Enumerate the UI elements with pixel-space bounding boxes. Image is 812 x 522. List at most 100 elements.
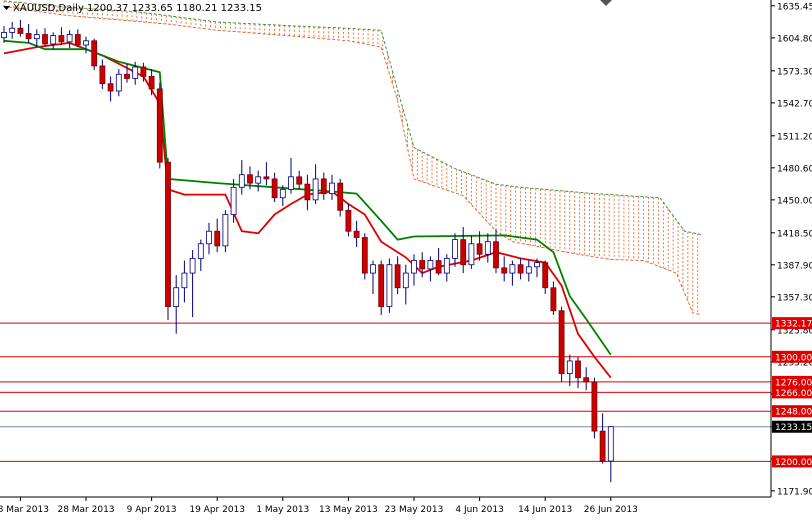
candle-body-up (173, 287, 180, 307)
candle-body-up (443, 258, 450, 274)
candle-body-down (304, 183, 311, 201)
candle-body-down (320, 178, 327, 194)
candle (468, 235, 475, 269)
candle (255, 170, 262, 192)
candle (452, 233, 458, 267)
candle (378, 260, 385, 315)
candle (394, 256, 401, 295)
candle (91, 38, 98, 71)
candle (173, 275, 180, 334)
candle (115, 69, 122, 97)
candle-body-up (230, 186, 237, 215)
candle-body-down (58, 35, 65, 43)
candle (353, 220, 360, 247)
candle-body-down (460, 239, 467, 266)
candle-body-up (370, 264, 376, 274)
candle-body-down (140, 66, 147, 77)
candle (74, 29, 81, 48)
candle (370, 260, 376, 295)
candle-body-down (558, 310, 565, 374)
senkou-span-b (3, 5, 702, 316)
candle (607, 426, 614, 483)
candle-body-down (337, 182, 344, 211)
candle-body-down (476, 243, 483, 255)
candle (99, 59, 106, 89)
candle-body-up (132, 66, 139, 79)
candle-body-up (329, 182, 335, 194)
candles (1, 19, 614, 483)
candle (460, 227, 467, 274)
time-tick-label: 4 Jun 2013 (455, 505, 503, 515)
candle (419, 252, 426, 278)
candle-body-down (419, 260, 426, 270)
level-label: 1200.00 (775, 458, 812, 468)
candle-body-down (25, 33, 32, 40)
candle (304, 174, 311, 211)
candle (345, 204, 352, 237)
candle-body-down (435, 260, 442, 274)
candle-body-down (296, 176, 303, 185)
time-axis: 18 Mar 2013 28 Mar 2013 9 Apr 2013 19 Apr 2… (0, 496, 771, 515)
candle (329, 174, 335, 200)
candle-body-down (99, 65, 106, 85)
candle (238, 160, 245, 195)
price-tick-label: 1357.30 (777, 293, 812, 303)
price-chart[interactable]: 1635.45 1604.80 1573.30 1542.70 1511.20 1480.… (0, 0, 812, 518)
level-label: 1248.00 (775, 408, 812, 418)
candle-body-down (91, 40, 98, 67)
candle-body-up (66, 34, 73, 43)
candle-body-up (534, 262, 540, 268)
price-tick-label: 1635.45 (777, 2, 812, 12)
candle-body-up (197, 243, 204, 259)
candle-body-up (484, 241, 491, 255)
ichimoku-cloud (3, 0, 702, 316)
chart-root: 1635.45 1604.80 1573.30 1542.70 1511.20 1480.… (0, 0, 812, 518)
price-tick-label: 1450.00 (777, 196, 812, 206)
candle-body-down (583, 377, 590, 383)
candle (181, 260, 188, 303)
candle (165, 157, 171, 321)
candle (583, 367, 590, 391)
candle (206, 222, 212, 255)
candle (599, 413, 606, 464)
candle-body-up (279, 188, 286, 199)
dropdown-arrow-icon[interactable] (3, 6, 10, 10)
candle (542, 260, 549, 295)
candle (107, 76, 114, 102)
candle (222, 210, 229, 253)
candle (558, 306, 565, 382)
candle-body-up (566, 360, 573, 374)
candle-body-down (517, 264, 524, 274)
time-tick-label: 23 May 2013 (385, 505, 444, 515)
time-tick-label: 1 May 2013 (256, 505, 309, 515)
candle (501, 256, 508, 282)
chart-header: XAUUSD,Daily 1200.37 1233.65 1180.21 123… (3, 0, 612, 14)
candle-body-down (271, 178, 278, 199)
candle (58, 27, 65, 45)
candle (66, 30, 73, 49)
candle-body-down (42, 34, 48, 45)
level-label: 1332.17 (775, 320, 812, 330)
candle-body-up (452, 239, 458, 259)
candle-body-up (288, 176, 294, 190)
candle-body-up (9, 27, 16, 33)
candle-body-up (115, 73, 122, 92)
candle-body-up (411, 260, 417, 274)
price-tick-label: 1542.70 (777, 99, 812, 109)
level-label: 1266.00 (775, 389, 812, 399)
candle-body-down (542, 262, 549, 289)
candle (361, 233, 368, 280)
candle-body-up (33, 34, 40, 40)
candle (296, 170, 303, 190)
scroll-marker-icon (600, 0, 612, 6)
candle-body-down (550, 287, 557, 312)
candle-body-up (525, 266, 532, 274)
candle (484, 233, 491, 263)
candle-body-down (263, 176, 270, 180)
symbol-header: XAUUSD,Daily 1200.37 1233.65 1180.21 123… (13, 3, 262, 14)
last-price-label: 1233.15 (775, 423, 812, 433)
candle (312, 164, 319, 205)
candle-body-up (312, 178, 319, 201)
candle (214, 218, 221, 253)
time-tick-label: 18 Mar 2013 (0, 505, 49, 515)
